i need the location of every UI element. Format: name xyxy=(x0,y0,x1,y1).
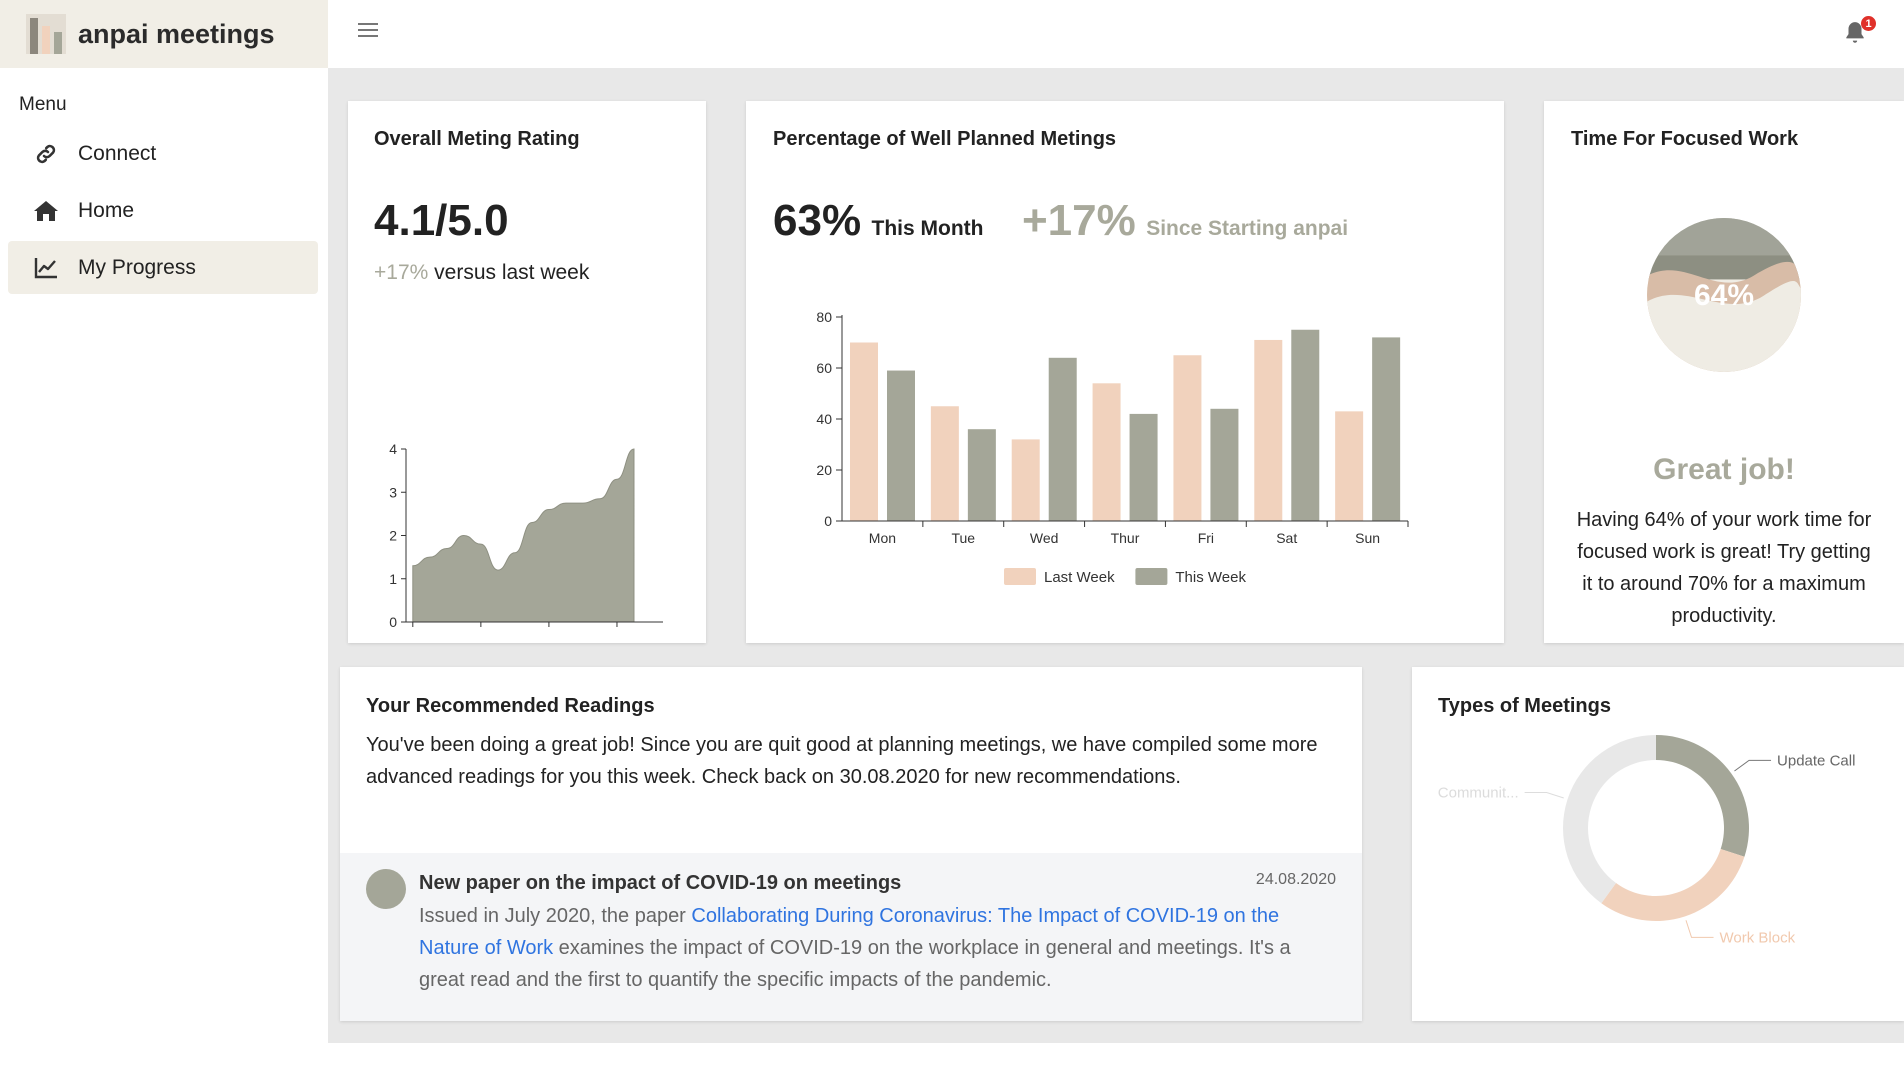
bar-this-week xyxy=(1372,337,1401,521)
donut-label: Update Call xyxy=(1777,752,1855,769)
rating-change: +17% xyxy=(374,261,429,284)
legend-label: Last Week xyxy=(1044,569,1115,586)
types-donut-chart: Update Call Work Block Communit... xyxy=(1438,735,1855,946)
rating-card: Overall Meting Rating 4.1/5.0 +17% versu… xyxy=(348,101,706,643)
planned-value: 63% xyxy=(773,196,862,245)
reading-item[interactable]: New paper on the impact of COVID-19 on m… xyxy=(340,853,1362,1021)
legend-swatch xyxy=(1004,568,1036,585)
bar-this-week xyxy=(1210,408,1239,521)
x-tick-label: Wed xyxy=(1030,530,1059,546)
menu-toggle-icon[interactable] xyxy=(358,21,380,41)
y-tick-label: 2 xyxy=(389,528,397,544)
donut-leader xyxy=(1524,791,1564,799)
area-series xyxy=(412,448,635,623)
planned-card: Percentage of Well Planned Metings 63% T… xyxy=(746,101,1504,643)
card-title: Time For Focused Work xyxy=(1571,128,1799,150)
card-title: Overall Meting Rating xyxy=(374,128,580,150)
notification-badge: 1 xyxy=(1861,16,1876,31)
sidebar-item-connect[interactable]: Connect xyxy=(8,127,318,180)
bar-last-week xyxy=(1335,411,1364,521)
bar-this-week xyxy=(1048,357,1077,521)
bar-this-week xyxy=(1129,413,1158,521)
donut-label: Work Block xyxy=(1720,929,1796,946)
bar-last-week xyxy=(1011,439,1040,521)
planned-value-label: This Month xyxy=(871,217,984,240)
y-tick-label: 0 xyxy=(389,614,397,630)
bar-last-week xyxy=(1254,339,1283,521)
focus-headline: Great job! xyxy=(1653,453,1795,486)
donut-leader xyxy=(1734,759,1772,772)
menu-label: Menu xyxy=(19,94,67,115)
x-tick-label: Tue xyxy=(951,530,975,546)
app-logo xyxy=(24,12,68,56)
focus-message: Having 64% of your work time for focused… xyxy=(1576,509,1872,627)
planned-change: +17% xyxy=(1021,196,1136,245)
donut-label: Communit... xyxy=(1438,784,1519,801)
planned-change-label: Since Starting anpai xyxy=(1146,217,1349,240)
y-tick-label: 1 xyxy=(389,571,397,587)
x-tick-label: Sat xyxy=(1276,530,1297,546)
reading-date: 24.08.2020 xyxy=(1255,871,1336,888)
brand-header[interactable]: anpai meetings xyxy=(0,0,328,68)
home-icon xyxy=(33,198,59,224)
sidebar-item-label: Home xyxy=(78,198,135,222)
y-tick-label: 4 xyxy=(389,441,397,457)
app-title: anpai meetings xyxy=(78,18,275,49)
gauge-sheen xyxy=(1647,218,1801,256)
rating-value: 4.1/5.0 xyxy=(374,196,509,245)
top-bar: 1 xyxy=(328,0,1904,68)
bar-last-week xyxy=(850,342,878,521)
donut-leader xyxy=(1685,920,1714,938)
sidebar-item-my-progress[interactable]: My Progress xyxy=(8,241,318,294)
main-content: Overall Meting Rating 4.1/5.0 +17% versu… xyxy=(328,68,1904,1043)
y-tick-label: 20 xyxy=(816,462,832,478)
y-tick-label: 60 xyxy=(816,360,832,376)
readings-intro: You've been doing a great job! Since you… xyxy=(366,734,1318,788)
card-title: Types of Meetings xyxy=(1438,695,1611,717)
reading-title: New paper on the impact of COVID-19 on m… xyxy=(419,872,902,894)
rating-change-row: +17% versus last week xyxy=(374,261,589,285)
x-tick-label: Thur xyxy=(1111,530,1140,546)
y-tick-label: 40 xyxy=(816,411,832,427)
donut-slice-1 xyxy=(1601,849,1745,921)
y-tick-label: 0 xyxy=(824,513,832,529)
bar-this-week xyxy=(887,370,915,521)
focus-gauge: 64% xyxy=(1647,218,1801,372)
reading-text-before: Issued in July 2020, the paper xyxy=(419,905,692,927)
x-tick-label: Fri xyxy=(1198,530,1214,546)
card-title: Percentage of Well Planned Metings xyxy=(773,128,1117,150)
legend-swatch xyxy=(1135,568,1168,585)
gauge-value: 64% xyxy=(1694,279,1754,312)
planned-stats: 63% This Month +17% Since Starting anpai xyxy=(773,196,1348,246)
y-tick-label: 3 xyxy=(389,484,397,500)
bar-last-week xyxy=(1173,355,1202,521)
chart-line-icon xyxy=(33,255,59,281)
notifications-button[interactable]: 1 xyxy=(1842,16,1876,46)
readings-card: Your Recommended Readings You've been do… xyxy=(340,667,1362,1021)
card-title: Your Recommended Readings xyxy=(366,695,655,717)
reading-text: Issued in July 2020, the paper Collabora… xyxy=(419,900,1339,996)
link-icon xyxy=(33,141,59,167)
rating-change-label: versus last week xyxy=(434,261,590,284)
sidebar-item-label: My Progress xyxy=(78,255,196,279)
sidebar-item-home[interactable]: Home xyxy=(8,184,318,237)
donut-slice-2 xyxy=(1563,735,1656,904)
bar-this-week xyxy=(1291,329,1320,521)
sidebar-item-label: Connect xyxy=(78,141,157,165)
x-tick-label: Sun xyxy=(1355,530,1380,546)
bar-last-week xyxy=(1092,383,1121,521)
planned-bar-chart: 0 20 40 60 80 Mon Tue Wed Thur Fri Sat Sun Last Week… xyxy=(816,309,1409,586)
bar-last-week xyxy=(930,406,959,521)
bar-this-week xyxy=(967,429,996,521)
types-card: Types of Meetings Update Call Work Block C… xyxy=(1412,667,1904,1021)
legend-label: This Week xyxy=(1175,569,1246,586)
avatar xyxy=(366,869,406,909)
focus-card: Time For Focused Work 64% Great job! Hav… xyxy=(1544,101,1904,643)
rating-area-chart: 01234JanMarMayJul xyxy=(389,441,663,630)
sidebar: anpai meetings Menu Connect Home My Prog… xyxy=(0,0,328,1072)
y-tick-label: 80 xyxy=(816,309,832,325)
x-tick-label: Mon xyxy=(869,530,896,546)
donut-slice-0 xyxy=(1656,735,1749,857)
